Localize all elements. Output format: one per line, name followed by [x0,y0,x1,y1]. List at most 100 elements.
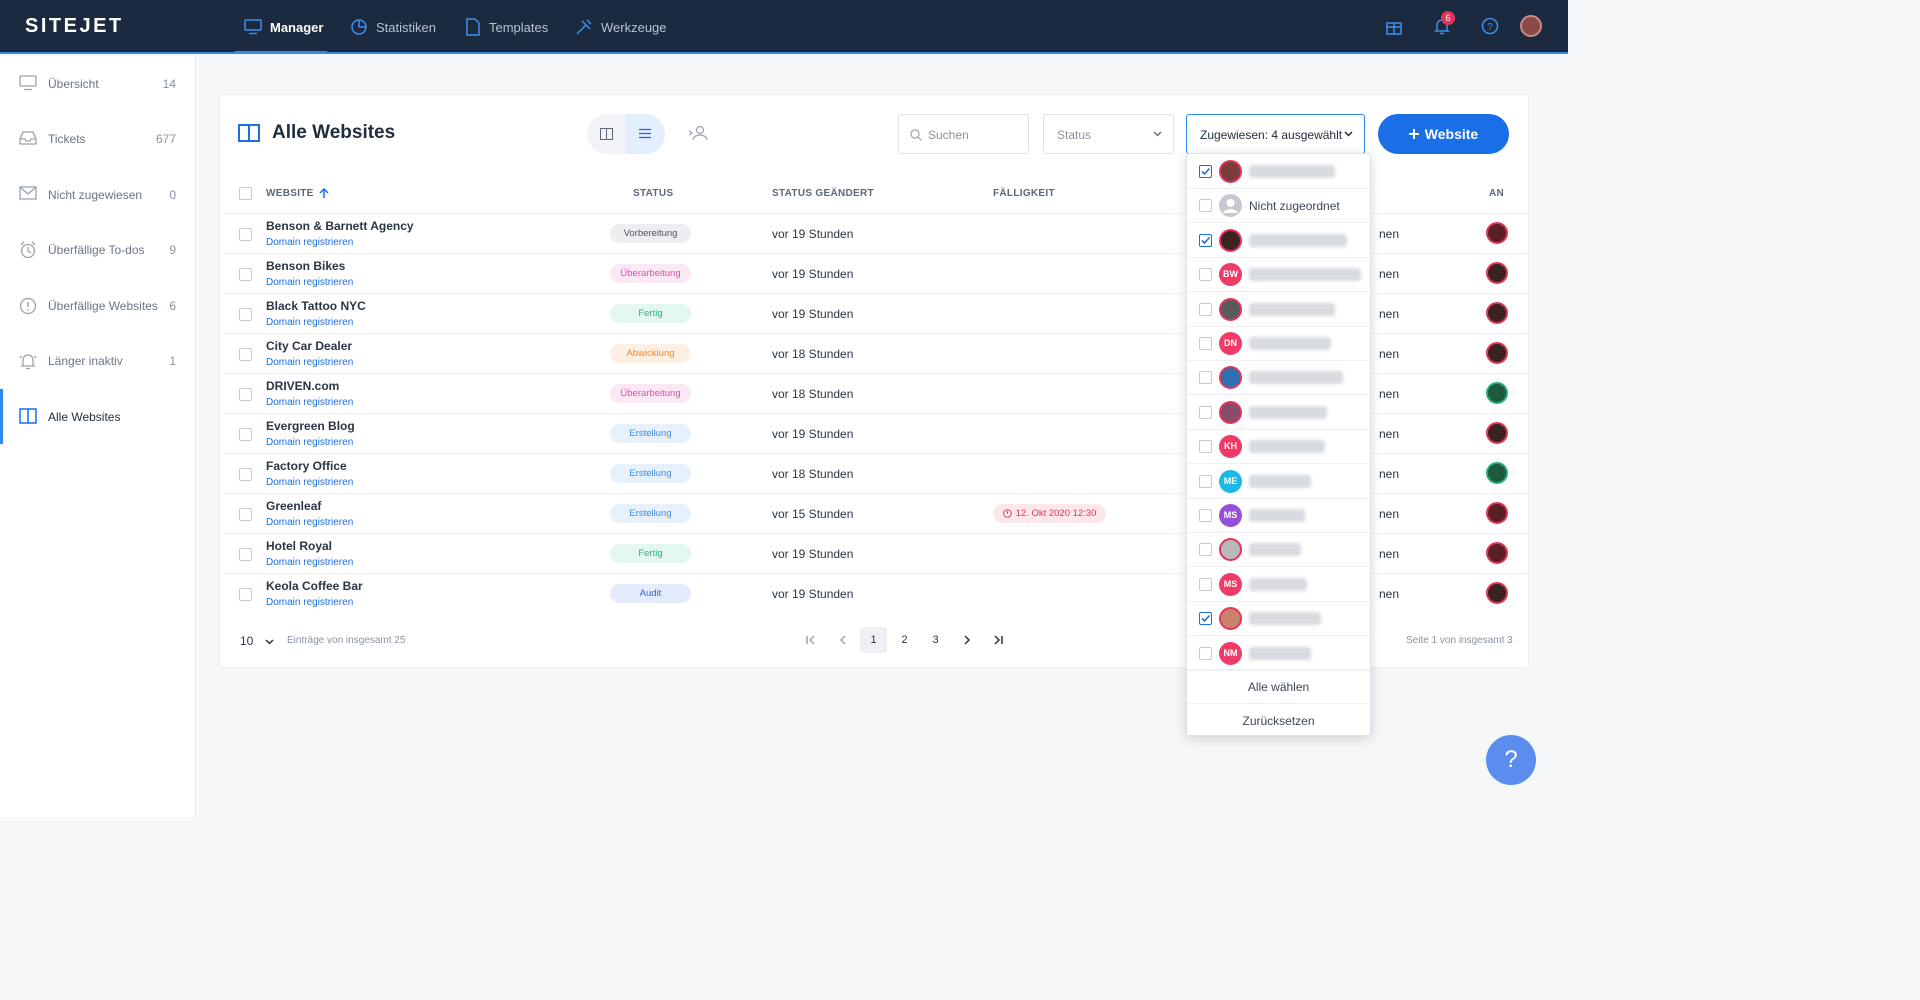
assignee-option[interactable] [1187,601,1370,637]
row-checkbox[interactable] [239,548,252,561]
sidebar-item-alle-websites[interactable]: Alle Websites [0,389,196,444]
assignee-avatar[interactable] [1486,262,1508,284]
assignee-option-checkbox[interactable] [1199,509,1212,522]
website-name[interactable]: Keola Coffee Bar [266,579,363,593]
register-domain-link[interactable]: Domain registrieren [266,517,353,528]
row-checkbox[interactable] [239,348,252,361]
column-header-due[interactable]: FÄLLIGKEIT [993,188,1055,199]
assignee-option-checkbox[interactable] [1199,440,1212,454]
website-name[interactable]: DRIVEN.com [266,379,339,393]
search-input[interactable]: Suchen [898,114,1029,154]
assignee-avatar[interactable] [1486,422,1508,444]
gift-icon[interactable] [1385,17,1403,35]
user-avatar[interactable] [1520,15,1542,37]
register-domain-link[interactable]: Domain registrieren [266,477,353,488]
assignee-option-checkbox[interactable] [1199,371,1212,385]
assignee-option[interactable]: KH [1187,429,1370,465]
assignee-option[interactable] [1187,154,1370,189]
website-name[interactable]: Benson & Barnett Agency [266,219,414,233]
register-domain-link[interactable]: Domain registrieren [266,557,353,568]
assignee-option[interactable]: Nicht zugeordnet [1187,188,1370,224]
assignee-option[interactable]: BW [1187,257,1370,293]
assignee-avatar[interactable] [1486,462,1508,484]
assignee-option-checkbox[interactable] [1199,268,1212,282]
row-checkbox[interactable] [239,588,252,601]
assignee-option[interactable] [1187,395,1370,430]
assignee-option-checkbox[interactable] [1199,302,1212,316]
sidebar-item-nicht-zugewiesen[interactable]: Nicht zugewiesen 0 [0,167,196,222]
board-view-icon[interactable] [600,128,613,140]
assignee-avatar[interactable] [1486,342,1508,364]
assignee-option[interactable]: MS [1187,567,1370,602]
assignee-avatar[interactable] [1486,542,1508,564]
help-circle-icon[interactable]: ? [1481,17,1499,35]
website-name[interactable]: Greenleaf [266,499,321,513]
nav-werkzeuge[interactable]: Werkzeuge [575,0,667,54]
add-website-button[interactable]: Website [1378,114,1509,154]
register-domain-link[interactable]: Domain registrieren [266,317,353,328]
assignee-option-checkbox[interactable] [1199,577,1212,591]
website-name[interactable]: Hotel Royal [266,539,332,553]
website-name[interactable]: Factory Office [266,459,347,473]
assigned-filter-select[interactable]: Zugewiesen: 4 ausgewählt [1186,114,1365,154]
assignee-option[interactable] [1187,532,1370,568]
page-1-button[interactable]: 1 [860,627,887,653]
nav-manager[interactable]: Manager [244,0,323,54]
assignee-avatar[interactable] [1486,222,1508,244]
nav-statistiken[interactable]: Statistiken [350,0,436,54]
row-checkbox[interactable] [239,228,252,241]
column-header-status-changed[interactable]: STATUS GEÄNDERT [772,188,874,199]
register-domain-link[interactable]: Domain registrieren [266,397,353,408]
page-3-button[interactable]: 3 [922,627,949,653]
help-chat-button[interactable]: ? [1486,735,1536,785]
website-name[interactable]: Black Tattoo NYC [266,299,366,313]
sitejet-logo[interactable]: SITEJET [25,15,124,38]
assignee-avatar[interactable] [1486,302,1508,324]
website-name[interactable]: City Car Dealer [266,339,352,353]
row-checkbox[interactable] [239,508,252,521]
assignee-option-checkbox[interactable] [1199,165,1212,178]
sidebar-item-laenger-inaktiv[interactable]: Länger inaktiv 1 [0,333,196,388]
nav-templates[interactable]: Templates [465,0,548,54]
select-all-checkbox[interactable] [239,187,252,200]
sidebar-item-ueberfaellige-todos[interactable]: Überfällige To-dos 9 [0,222,196,277]
assignee-option-checkbox[interactable] [1199,474,1212,488]
last-page-icon[interactable] [993,635,1003,645]
assignee-option-checkbox[interactable] [1199,199,1212,213]
row-checkbox[interactable] [239,388,252,401]
row-checkbox[interactable] [239,468,252,481]
assignee-option[interactable] [1187,360,1370,396]
assignee-option[interactable]: MS [1187,498,1370,533]
first-page-icon[interactable] [806,635,816,645]
sidebar-item-ueberfaellige-websites[interactable]: Überfällige Websites 6 [0,278,196,333]
assignee-option-checkbox[interactable] [1199,405,1212,419]
register-domain-link[interactable]: Domain registrieren [266,357,353,368]
column-header-website[interactable]: WEBSITE [266,188,329,199]
row-checkbox[interactable] [239,428,252,441]
reset-button[interactable]: Zurücksetzen [1187,703,1370,737]
column-header-assigned[interactable]: AN [1489,188,1504,199]
list-view-button[interactable] [626,114,665,154]
assignee-option-checkbox[interactable] [1199,543,1212,557]
previous-page-icon[interactable] [838,635,848,645]
assignee-avatar[interactable] [1486,582,1508,604]
page-2-button[interactable]: 2 [891,627,918,653]
assignee-option-checkbox[interactable] [1199,233,1212,247]
sidebar-item-uebersicht[interactable]: Übersicht 14 [0,56,196,111]
assignee-option[interactable]: ME [1187,464,1370,499]
assignee-avatar[interactable] [1486,502,1508,524]
assignee-option[interactable]: NM [1187,636,1370,671]
assignee-option[interactable] [1187,292,1370,327]
sidebar-item-tickets[interactable]: Tickets 677 [0,111,196,166]
row-checkbox[interactable] [239,308,252,321]
assignee-option[interactable]: DN [1187,326,1370,361]
assignee-option-checkbox[interactable] [1199,646,1212,660]
website-name[interactable]: Benson Bikes [266,259,345,273]
register-domain-link[interactable]: Domain registrieren [266,237,353,248]
assignee-option[interactable] [1187,223,1370,258]
assignee-avatar[interactable] [1486,382,1508,404]
column-header-status[interactable]: STATUS [633,188,673,199]
website-name[interactable]: Evergreen Blog [266,419,355,433]
register-domain-link[interactable]: Domain registrieren [266,437,353,448]
per-page-select[interactable]: 10 [240,634,274,648]
